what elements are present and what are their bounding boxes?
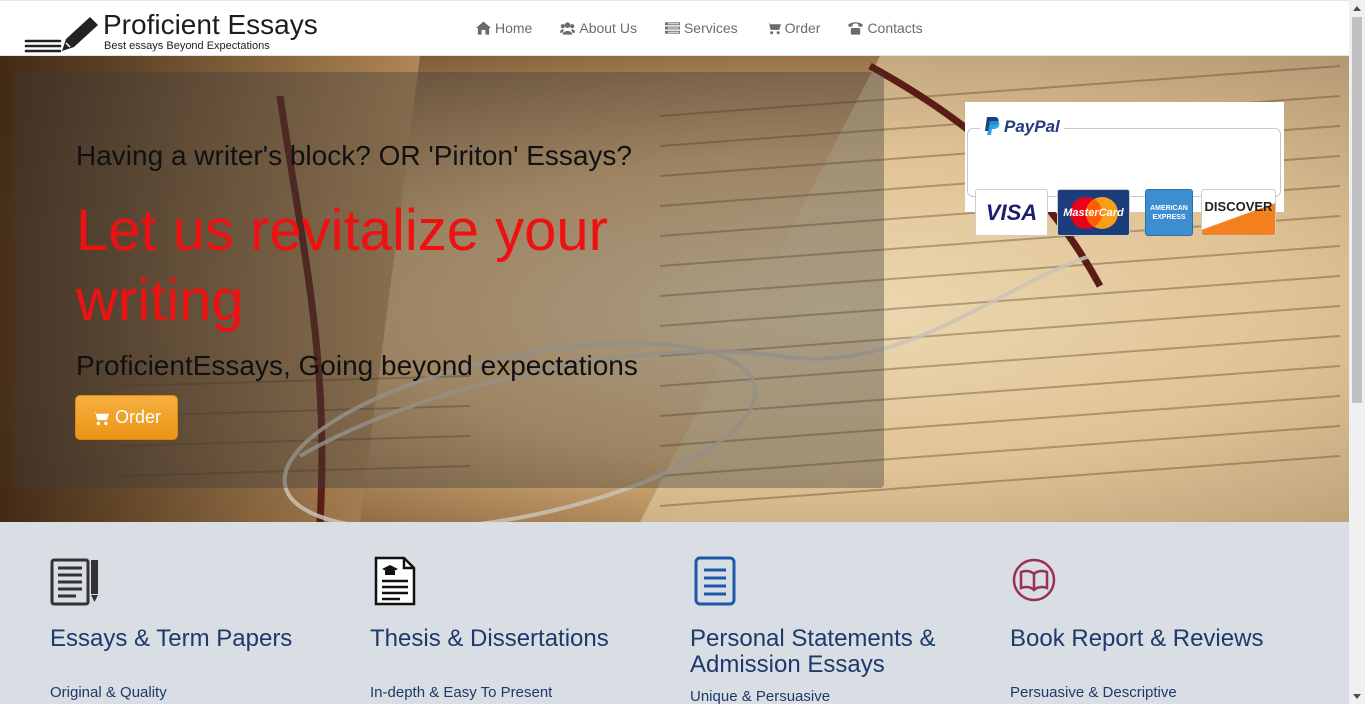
- hero-order-label: Order: [114, 407, 161, 427]
- nav-services[interactable]: Services: [664, 18, 738, 38]
- hero-order-button[interactable]: Order: [75, 395, 178, 440]
- phone-icon: [848, 22, 864, 35]
- discover-card-text: DISCOVER: [1204, 199, 1273, 214]
- brand-name: Proficient Essays: [103, 9, 318, 40]
- payment-methods-frame: [967, 128, 1281, 197]
- service-thesis-title: Thesis & Dissertations: [370, 625, 609, 652]
- nav-order[interactable]: Order: [765, 18, 821, 38]
- service-book-report-desc: Persuasive & Descriptive: [1010, 684, 1177, 701]
- paypal-wordmark: PayPal: [1004, 117, 1060, 136]
- service-thesis-desc: In-depth & Easy To Present: [370, 684, 553, 701]
- cart-icon: [91, 411, 109, 425]
- scroll-up-arrow-icon[interactable]: [1349, 0, 1365, 16]
- scroll-down-arrow-icon[interactable]: [1349, 688, 1365, 704]
- nav-contacts-label: Contacts: [867, 20, 923, 36]
- payment-methods-badge: PayPal VISA MasterCard AMERICAN EXPRESS …: [965, 102, 1284, 236]
- hero-title: Let us revitalize your writing: [76, 198, 608, 333]
- mastercard-text: MasterCard: [1063, 206, 1124, 219]
- page-scrollbar[interactable]: [1349, 0, 1365, 704]
- paypal-p-icon: [985, 117, 1000, 135]
- users-icon: [560, 22, 576, 35]
- scrollbar-thumb[interactable]: [1352, 17, 1362, 403]
- pen-lines-logo-icon: [24, 17, 98, 53]
- service-book-report-title: Book Report & Reviews: [1010, 625, 1264, 652]
- hero-subheading: Having a writer's block? OR 'Piriton' Es…: [76, 140, 633, 171]
- document-pen-icon: [50, 558, 98, 606]
- service-essays-title: Essays & Term Papers: [50, 625, 293, 652]
- mastercard-logo: MasterCard: [1057, 189, 1130, 236]
- services-section: Essays & Term Papers Original & Quality …: [0, 522, 1349, 704]
- amex-card-text: AMERICAN EXPRESS: [1150, 204, 1188, 221]
- nav-contacts[interactable]: Contacts: [848, 18, 923, 38]
- file-text-icon: [694, 556, 736, 606]
- list-icon: [664, 22, 680, 34]
- graduation-document-icon: [374, 556, 416, 606]
- nav-services-label: Services: [683, 20, 738, 36]
- brand-logo-link[interactable]: Proficient Essays Best essays Beyond Exp…: [24, 9, 324, 55]
- nav-about-us[interactable]: About Us: [560, 18, 637, 38]
- service-personal-statements-title: Personal Statements & Admission Essays: [690, 625, 936, 678]
- nav-home-label: Home: [495, 20, 533, 36]
- hero-tagline: ProficientEssays, Going beyond expectati…: [76, 350, 638, 381]
- discover-card-logo: DISCOVER: [1201, 189, 1276, 236]
- service-essays-desc: Original & Quality: [50, 684, 167, 701]
- main-nav: Home About Us Services Order Contacts: [476, 18, 923, 38]
- nav-home[interactable]: Home: [476, 18, 532, 38]
- service-personal-statements-desc: Unique & Persuasive: [690, 688, 831, 704]
- open-book-icon: [1012, 558, 1056, 602]
- top-navbar: Proficient Essays Best essays Beyond Exp…: [0, 0, 1349, 56]
- brand-tagline: Best essays Beyond Expectations: [104, 40, 270, 52]
- hero-banner: Having a writer's block? OR 'Piriton' Es…: [0, 56, 1349, 522]
- nav-about-us-label: About Us: [579, 20, 637, 36]
- amex-card-logo: AMERICAN EXPRESS: [1145, 189, 1193, 236]
- paypal-logo: PayPal: [980, 117, 1064, 137]
- cart-icon: [765, 22, 781, 35]
- visa-card-text: VISA: [985, 199, 1038, 225]
- visa-card-logo: VISA: [975, 189, 1048, 236]
- home-icon: [476, 21, 491, 35]
- nav-order-label: Order: [784, 20, 821, 36]
